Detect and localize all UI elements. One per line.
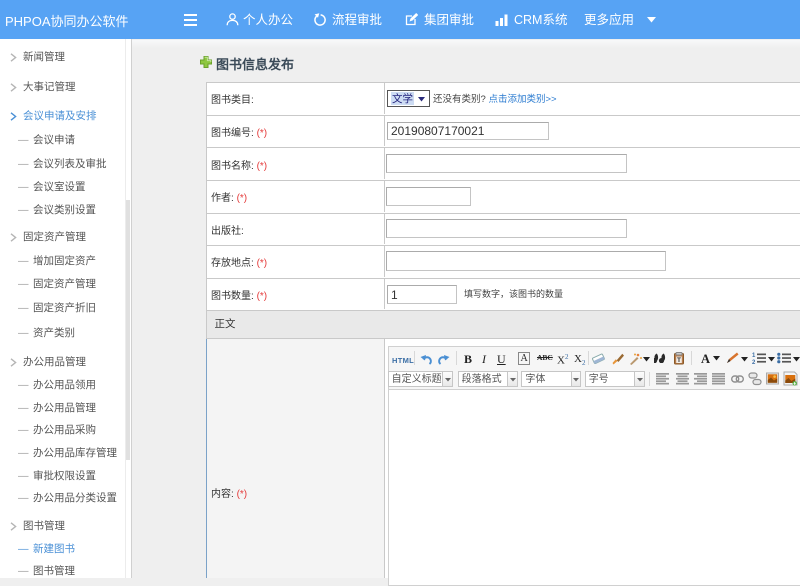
svg-text:2: 2	[752, 360, 756, 364]
svg-text:T: T	[677, 356, 681, 363]
svg-text:1: 1	[752, 353, 756, 359]
